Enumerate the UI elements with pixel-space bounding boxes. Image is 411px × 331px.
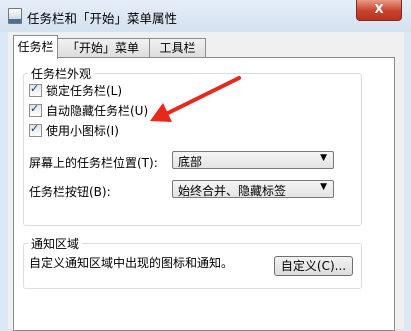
lock-taskbar-checkbox[interactable]: ✓ bbox=[29, 81, 42, 97]
taskbar-buttons-label: 任务栏按钮(B): bbox=[29, 185, 111, 199]
close-button[interactable]: X bbox=[356, 0, 402, 21]
tab-start-menu[interactable]: 「开始」菜单 bbox=[56, 38, 150, 58]
customize-button[interactable]: 自定义(C)... bbox=[274, 256, 353, 276]
chevron-down-icon: ▼ bbox=[320, 153, 327, 163]
taskbar-appearance-title: 任务栏外观 bbox=[28, 65, 95, 82]
lock-taskbar-label: 锁定任务栏(L) bbox=[46, 83, 123, 98]
taskbar-location-dropdown[interactable]: 底部 ▼ bbox=[172, 151, 334, 169]
tab-toolbars[interactable]: 工具栏 bbox=[149, 38, 206, 58]
taskbar-location-value: 底部 bbox=[178, 155, 203, 169]
tab-panel-taskbar: 任务栏外观 ✓ 锁定任务栏(L) ✓ 自动隐藏任务栏(U) ✓ 使用小图标(I) bbox=[13, 57, 395, 331]
notification-area-group: 通知区域 自定义通知区域中出现的图标和通知。 自定义(C)... bbox=[23, 235, 362, 289]
autohide-taskbar-option[interactable]: ✓ 自动隐藏任务栏(U) bbox=[29, 102, 148, 118]
small-icons-option[interactable]: ✓ 使用小图标(I) bbox=[29, 122, 119, 138]
small-icons-label: 使用小图标(I) bbox=[46, 123, 119, 138]
notification-area-description: 自定义通知区域中出现的图标和通知。 bbox=[29, 256, 234, 270]
lock-taskbar-option[interactable]: ✓ 锁定任务栏(L) bbox=[29, 82, 122, 98]
check-icon: ✓ bbox=[30, 101, 40, 115]
autohide-taskbar-checkbox[interactable]: ✓ bbox=[29, 101, 42, 117]
check-icon: ✓ bbox=[30, 81, 40, 95]
autohide-taskbar-label: 自动隐藏任务栏(U) bbox=[46, 103, 149, 118]
tab-taskbar[interactable]: 任务栏 bbox=[13, 35, 58, 59]
window-app-icon bbox=[8, 8, 22, 24]
taskbar-buttons-value: 始终合并、隐藏标签 bbox=[178, 184, 287, 198]
small-icons-checkbox[interactable]: ✓ bbox=[29, 121, 42, 137]
title-bar: 任务栏和「开始」菜单属性 X bbox=[0, 0, 411, 32]
taskbar-location-label: 屏幕上的任务栏位置(T): bbox=[29, 156, 158, 170]
taskbar-buttons-dropdown[interactable]: 始终合并、隐藏标签 ▼ bbox=[172, 180, 334, 198]
taskbar-appearance-group: 任务栏外观 ✓ 锁定任务栏(L) ✓ 自动隐藏任务栏(U) ✓ 使用小图标(I) bbox=[23, 65, 362, 226]
check-icon: ✓ bbox=[30, 121, 40, 135]
dialog-body: 任务栏 「开始」菜单 工具栏 任务栏外观 ✓ 锁定任务栏(L) ✓ 自动隐藏任务… bbox=[8, 32, 404, 331]
chevron-down-icon: ▼ bbox=[320, 182, 327, 192]
window-title: 任务栏和「开始」菜单属性 bbox=[27, 11, 178, 26]
notification-area-title: 通知区域 bbox=[28, 235, 83, 252]
